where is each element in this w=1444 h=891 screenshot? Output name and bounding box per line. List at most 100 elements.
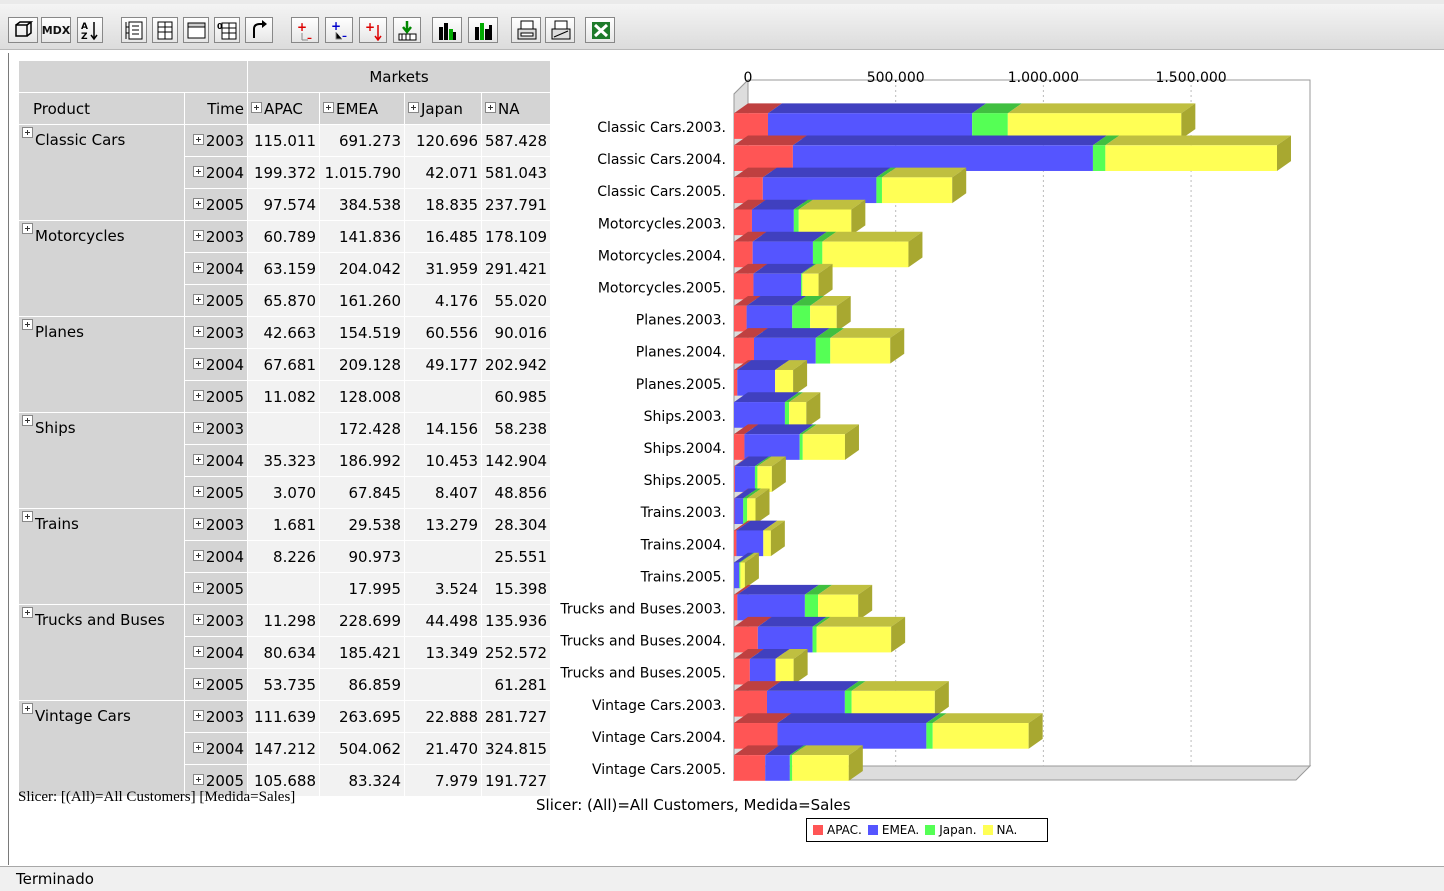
status-text: Terminado <box>16 870 94 888</box>
expand-icon[interactable] <box>22 319 33 330</box>
svg-text:–: – <box>342 31 347 41</box>
expand-icon[interactable] <box>22 127 33 138</box>
time-cell[interactable]: 2004 <box>184 540 248 573</box>
swap-axes-icon[interactable]: 0 <box>214 17 240 43</box>
product-cell[interactable]: Planes <box>18 316 185 413</box>
value-cell: 504.062 <box>319 732 405 765</box>
time-cell[interactable]: 2005 <box>184 188 248 221</box>
table-row: Classic Cars 2003 115.011 691.273 120.696 587… <box>18 124 552 221</box>
expand-icon[interactable] <box>192 485 204 497</box>
value-cell: 141.836 <box>319 220 405 253</box>
market-header-apac[interactable]: APAC <box>247 92 320 125</box>
drill-member-icon[interactable]: + – <box>325 17 353 43</box>
expand-icon[interactable] <box>22 511 33 522</box>
time-cell[interactable]: 2004 <box>184 732 248 765</box>
expand-icon[interactable] <box>192 581 204 593</box>
excel-export-icon[interactable] <box>585 17 615 43</box>
columns-icon[interactable] <box>152 17 178 43</box>
expand-icon[interactable] <box>192 261 204 273</box>
market-header-japan[interactable]: Japan <box>404 92 482 125</box>
expand-icon[interactable] <box>192 773 204 785</box>
expand-icon[interactable] <box>192 293 204 305</box>
print-settings-icon[interactable] <box>545 17 575 43</box>
expand-icon[interactable] <box>192 741 204 753</box>
expand-icon[interactable] <box>192 197 204 209</box>
time-header[interactable]: Time <box>184 92 248 125</box>
product-cell[interactable]: Motorcycles <box>18 220 185 317</box>
cube-navigator-icon[interactable] <box>8 17 38 43</box>
expand-icon[interactable] <box>192 421 204 433</box>
product-cell[interactable]: Classic Cars <box>18 124 185 221</box>
time-cell[interactable]: 2003 <box>184 316 248 349</box>
time-cell[interactable]: 2004 <box>184 444 248 477</box>
expand-icon[interactable] <box>192 229 204 241</box>
bar-apac <box>734 113 768 139</box>
expand-icon[interactable] <box>22 703 33 714</box>
expand-icon[interactable] <box>251 101 262 113</box>
drill-through-icon[interactable]: + <box>359 17 387 43</box>
hierarchy-icon[interactable] <box>121 17 147 43</box>
time-cell[interactable]: 2004 <box>184 636 248 669</box>
bar-chart-icon[interactable] <box>432 17 462 43</box>
product-cell[interactable]: Trains <box>18 508 185 605</box>
time-cell[interactable]: 2004 <box>184 156 248 189</box>
print-icon[interactable] <box>511 17 541 43</box>
bar-emea <box>734 498 744 525</box>
x-tick-label: 1.000.000 <box>1008 70 1079 86</box>
market-header-emea[interactable]: EMEA <box>319 92 405 125</box>
time-cell[interactable]: 2005 <box>184 476 248 509</box>
product-cell[interactable]: Trucks and Buses <box>18 604 185 701</box>
expand-icon[interactable] <box>408 101 419 113</box>
expand-icon[interactable] <box>192 613 204 625</box>
category-label: Ships.2003. <box>644 409 726 425</box>
time-cell[interactable]: 2003 <box>184 220 248 253</box>
market-label: APAC <box>264 99 303 118</box>
expand-icon[interactable] <box>192 709 204 721</box>
time-cell[interactable]: 2003 <box>184 412 248 445</box>
time-cell[interactable]: 2005 <box>184 284 248 317</box>
drill-down-icon[interactable] <box>393 17 421 43</box>
expand-icon[interactable] <box>192 325 204 337</box>
bar-na <box>775 658 794 685</box>
expand-icon[interactable] <box>22 607 33 618</box>
time-cell[interactable]: 2005 <box>184 380 248 413</box>
time-cell[interactable]: 2005 <box>184 668 248 701</box>
time-cell[interactable]: 2003 <box>184 604 248 637</box>
mdx-button[interactable]: MDX <box>41 17 71 43</box>
expand-icon[interactable] <box>192 453 204 465</box>
chart-config-icon[interactable] <box>468 17 498 43</box>
sort-az-icon[interactable]: AZ <box>77 17 103 43</box>
expand-icon[interactable] <box>22 415 33 426</box>
bar-emea <box>766 690 845 717</box>
value-cell: 17.995 <box>319 572 405 605</box>
expand-icon[interactable] <box>192 645 204 657</box>
expand-icon[interactable] <box>192 677 204 689</box>
product-cell[interactable]: Ships <box>18 412 185 509</box>
product-header[interactable]: Product <box>18 92 185 125</box>
expand-icon[interactable] <box>22 223 33 234</box>
empty-rows-icon[interactable] <box>183 17 209 43</box>
expand-icon[interactable] <box>192 165 204 177</box>
time-cell[interactable]: 2003 <box>184 508 248 541</box>
expand-icon[interactable] <box>485 101 496 113</box>
expand-icon[interactable] <box>192 517 204 529</box>
expand-icon[interactable] <box>192 357 204 369</box>
expand-icon[interactable] <box>192 389 204 401</box>
product-cell[interactable]: Vintage Cars <box>18 700 185 797</box>
category-label: Trucks and Buses.2005. <box>559 666 726 682</box>
time-cell[interactable]: 2004 <box>184 252 248 285</box>
undo-arrow-icon[interactable] <box>245 17 273 43</box>
markets-header[interactable]: Markets <box>246 60 552 93</box>
expand-icon[interactable] <box>323 101 334 113</box>
bar-na <box>802 434 845 460</box>
time-cell[interactable]: 2005 <box>184 572 248 605</box>
table-slicer: Slicer: [(All)=All Customers] [Medida=Sa… <box>18 789 296 805</box>
time-cell[interactable]: 2003 <box>184 124 248 157</box>
bar-emea <box>749 658 776 685</box>
expand-plus-icon[interactable]: + – <box>291 17 319 43</box>
category-label: Trains.2004. <box>640 537 726 553</box>
expand-icon[interactable] <box>192 133 204 145</box>
expand-icon[interactable] <box>192 549 204 561</box>
time-cell[interactable]: 2003 <box>184 700 248 733</box>
time-cell[interactable]: 2004 <box>184 348 248 381</box>
